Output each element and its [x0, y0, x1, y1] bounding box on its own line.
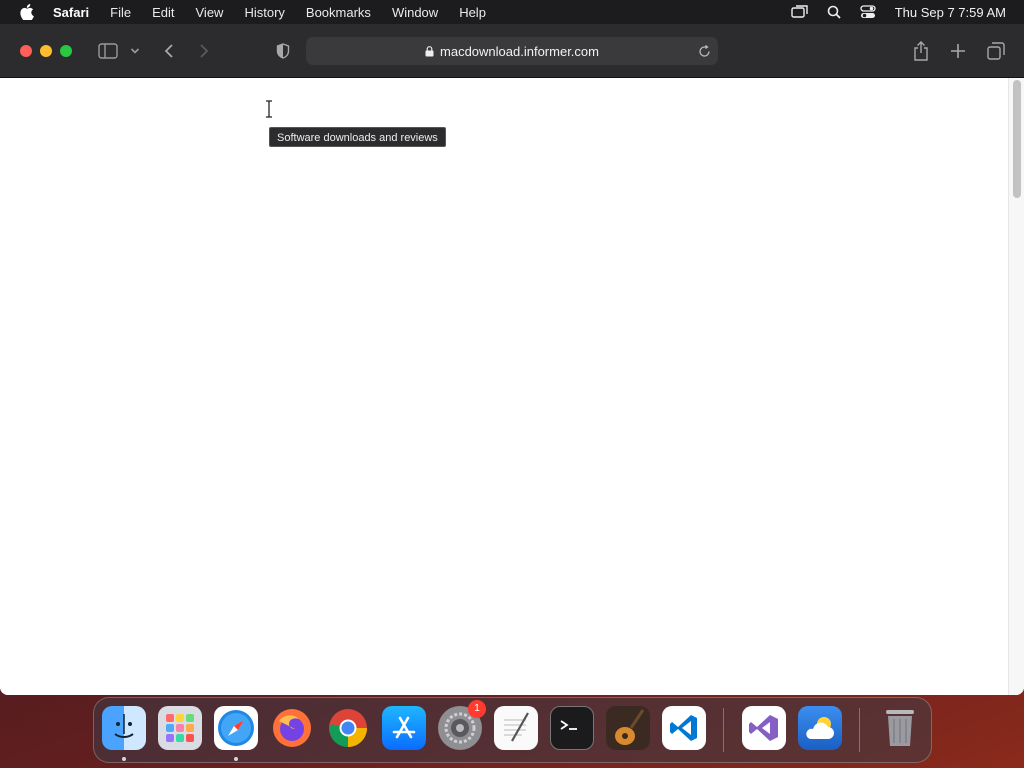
reload-icon[interactable] — [696, 43, 712, 59]
forward-button[interactable] — [196, 42, 212, 60]
tooltip: Software downloads and reviews — [269, 127, 446, 147]
menu-view[interactable]: View — [196, 5, 224, 20]
scrollbar[interactable] — [1008, 78, 1024, 695]
dock: 1 — [93, 697, 932, 763]
sidebar-toggle-icon[interactable] — [97, 42, 119, 60]
safari-window: macdownload.informer.com Software downlo… — [0, 24, 1024, 695]
share-icon[interactable] — [912, 40, 930, 62]
menu-window[interactable]: Window — [392, 5, 438, 20]
scrollbar-thumb[interactable] — [1013, 80, 1021, 198]
vscode-icon[interactable] — [662, 706, 706, 750]
safari-icon[interactable] — [214, 706, 258, 750]
menu-file[interactable]: File — [110, 5, 131, 20]
control-center-icon[interactable] — [859, 4, 877, 20]
chevron-down-icon[interactable] — [128, 46, 142, 56]
privacy-shield-icon[interactable] — [274, 41, 292, 61]
running-indicator — [234, 757, 238, 761]
address-bar[interactable]: macdownload.informer.com — [306, 37, 718, 65]
textedit-icon[interactable] — [494, 706, 538, 750]
menu-bar: Safari File Edit View History Bookmarks … — [0, 0, 1024, 24]
firefox-icon[interactable] — [270, 706, 314, 750]
lock-icon — [425, 45, 434, 57]
text-cursor-icon — [264, 100, 274, 118]
menu-bookmarks[interactable]: Bookmarks — [306, 5, 371, 20]
app-store-icon[interactable] — [382, 706, 426, 750]
close-window-button[interactable] — [20, 45, 32, 57]
garageband-icon[interactable] — [606, 706, 650, 750]
notification-badge: 1 — [468, 700, 486, 718]
spotlight-search-icon[interactable] — [825, 4, 843, 20]
running-indicator — [122, 757, 126, 761]
address-url: macdownload.informer.com — [440, 43, 599, 59]
back-button[interactable] — [161, 42, 177, 60]
dock-separator — [859, 708, 860, 752]
weather-icon[interactable] — [798, 706, 842, 750]
menu-edit[interactable]: Edit — [152, 5, 174, 20]
web-page-content[interactable]: Software downloads and reviews — [0, 78, 1024, 695]
zoom-window-button[interactable] — [60, 45, 72, 57]
dock-separator — [723, 708, 724, 752]
trash-icon[interactable] — [878, 706, 922, 750]
visual-studio-icon[interactable] — [742, 706, 786, 750]
launchpad-icon[interactable] — [158, 706, 202, 750]
system-settings-icon[interactable]: 1 — [438, 700, 486, 750]
terminal-icon[interactable] — [550, 706, 594, 750]
menu-history[interactable]: History — [244, 5, 284, 20]
menu-clock[interactable]: Thu Sep 7 7:59 AM — [895, 5, 1006, 20]
apple-menu-icon[interactable] — [19, 4, 35, 20]
menu-help[interactable]: Help — [459, 5, 486, 20]
browser-toolbar: macdownload.informer.com — [0, 24, 1024, 78]
minimize-window-button[interactable] — [40, 45, 52, 57]
finder-icon[interactable] — [102, 706, 146, 750]
new-tab-icon[interactable] — [949, 42, 967, 60]
screen-mirroring-icon[interactable] — [791, 4, 809, 20]
menu-app-name[interactable]: Safari — [53, 5, 89, 20]
chrome-icon[interactable] — [326, 706, 370, 750]
tab-overview-icon[interactable] — [986, 41, 1006, 61]
